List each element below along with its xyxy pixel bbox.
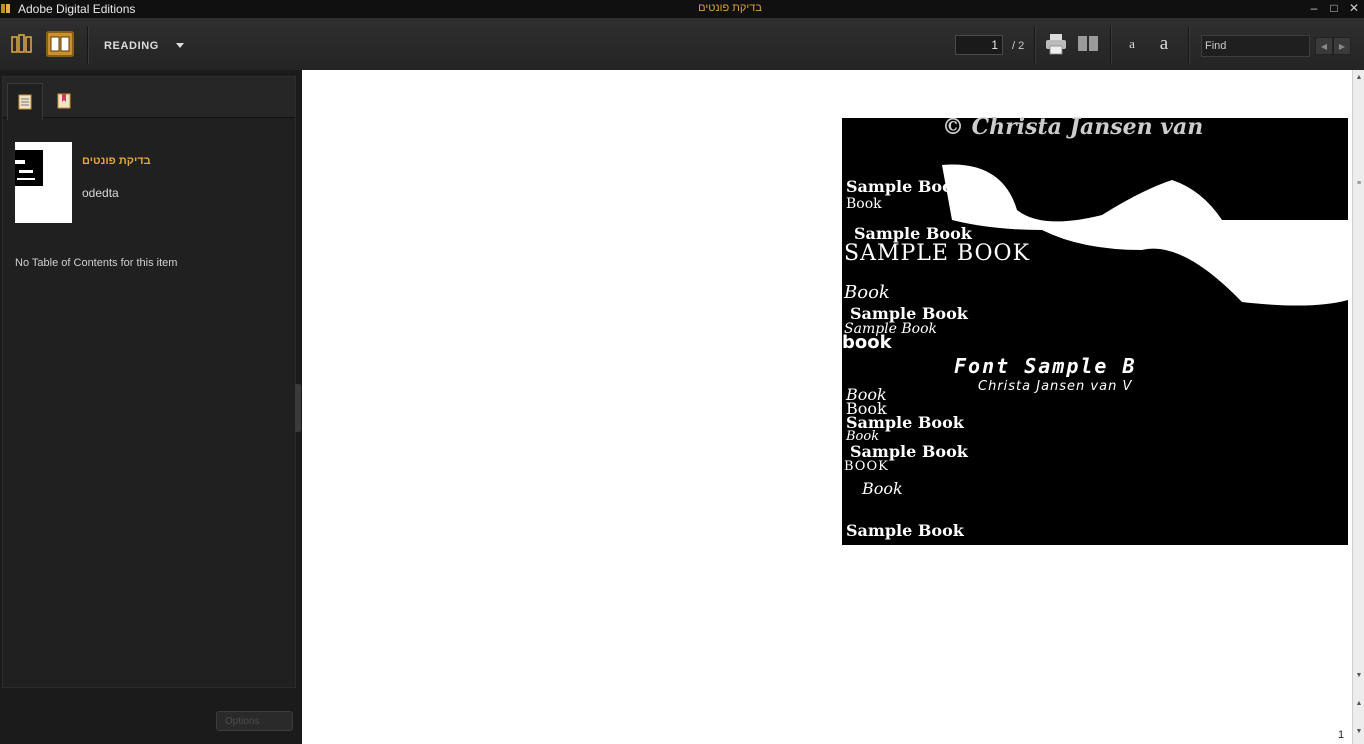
print-button[interactable] (1042, 31, 1070, 57)
book-title: בדיקת פונטים (82, 155, 151, 167)
scroll-thumb-grip[interactable]: ≡ (1353, 176, 1364, 190)
arrow-left-icon: ◀ (1320, 41, 1328, 51)
minimize-button[interactable]: – (1308, 1, 1320, 15)
page-up-icon: ▲ (1355, 699, 1363, 707)
image-text: SAMPLE BOOK (844, 241, 1030, 266)
page-image: © Christa Jansen van Sample Book Book Sa… (842, 70, 1348, 545)
fit-page-button[interactable] (1074, 31, 1102, 57)
sidebar: בדיקת פונטים odedta No Table of Contents… (0, 70, 302, 744)
decrease-font-button[interactable]: a (1118, 31, 1146, 57)
document-title: בדיקת פונטים (698, 2, 762, 14)
image-text: Sample Book (846, 521, 965, 540)
image-text: © Christa Jansen van (942, 114, 1203, 140)
view-mode-dropdown-caret-icon[interactable] (176, 43, 184, 48)
printer-icon (1046, 34, 1066, 55)
grip-icon: ≡ (1356, 179, 1362, 187)
image-text: Book (861, 479, 903, 498)
reading-view-button[interactable] (46, 31, 74, 57)
vertical-scrollbar[interactable]: ▲ ≡ ▼ ▲ ▼ (1352, 70, 1364, 744)
bookmark-icon (57, 93, 71, 109)
scroll-down-button[interactable]: ▼ (1353, 668, 1364, 682)
arrow-down-icon: ▼ (1355, 671, 1363, 679)
toolbar-divider (1034, 26, 1036, 64)
main-toolbar: READING 1 / 2 a a Find ◀ ▶ (0, 18, 1364, 71)
toc-empty-message: No Table of Contents for this item (15, 257, 178, 269)
reading-pane: © Christa Jansen van Sample Book Book Sa… (302, 70, 1352, 744)
toolbar-divider (1110, 26, 1112, 64)
options-button[interactable]: Options (216, 711, 293, 731)
book-author: odedta (82, 186, 119, 200)
two-page-icon (1078, 36, 1098, 51)
image-text: Font Sample B (954, 354, 1137, 378)
arrow-up-icon: ▲ (1355, 73, 1363, 81)
sidebar-splitter-handle[interactable] (295, 384, 301, 432)
panel-tabs (3, 77, 295, 120)
arrow-right-icon: ▶ (1338, 41, 1346, 51)
library-icon (11, 34, 32, 53)
toolbar-divider (1188, 26, 1190, 64)
page-up-button[interactable]: ▲ (1353, 696, 1364, 710)
small-font-icon: a (1129, 36, 1135, 51)
image-text: BOOK (844, 459, 889, 474)
open-book-icon (50, 36, 70, 52)
toc-icon (18, 94, 32, 110)
library-view-button[interactable] (8, 31, 36, 57)
close-button[interactable]: ✕ (1348, 1, 1360, 15)
image-text: book (842, 332, 893, 353)
contents-panel: בדיקת פונטים odedta No Table of Contents… (2, 76, 296, 688)
page-down-button[interactable]: ▼ (1353, 724, 1364, 738)
page-total: / 2 (1012, 40, 1025, 52)
increase-font-button[interactable]: a (1150, 31, 1178, 57)
tab-bookmarks[interactable] (47, 83, 81, 119)
page-number: 1 (1338, 729, 1345, 741)
image-text: Christa Jansen van V (978, 379, 1132, 394)
page-down-icon: ▼ (1355, 727, 1363, 735)
maximize-button[interactable]: □ (1328, 1, 1340, 15)
large-font-icon: a (1159, 33, 1169, 54)
image-text: Book (846, 196, 882, 212)
book-cover-thumbnail[interactable] (15, 142, 72, 223)
image-text: Book (843, 282, 890, 303)
toolbar-divider (87, 26, 89, 64)
font-sample-artwork: © Christa Jansen van Sample Book Book Sa… (842, 70, 1348, 545)
find-next-button[interactable]: ▶ (1333, 37, 1351, 55)
view-mode-label[interactable]: READING (104, 40, 159, 52)
find-input[interactable]: Find (1201, 35, 1310, 57)
find-previous-button[interactable]: ◀ (1315, 37, 1333, 55)
title-bar: Adobe Digital Editions בדיקת פונטים – □ … (0, 0, 1364, 18)
tab-table-of-contents[interactable] (7, 83, 43, 120)
window-controls: – □ ✕ (1308, 1, 1360, 15)
scroll-up-button[interactable]: ▲ (1353, 70, 1364, 84)
image-text: Sample Book (846, 177, 965, 196)
current-page-input[interactable]: 1 (955, 35, 1003, 55)
cover-image (15, 142, 72, 223)
